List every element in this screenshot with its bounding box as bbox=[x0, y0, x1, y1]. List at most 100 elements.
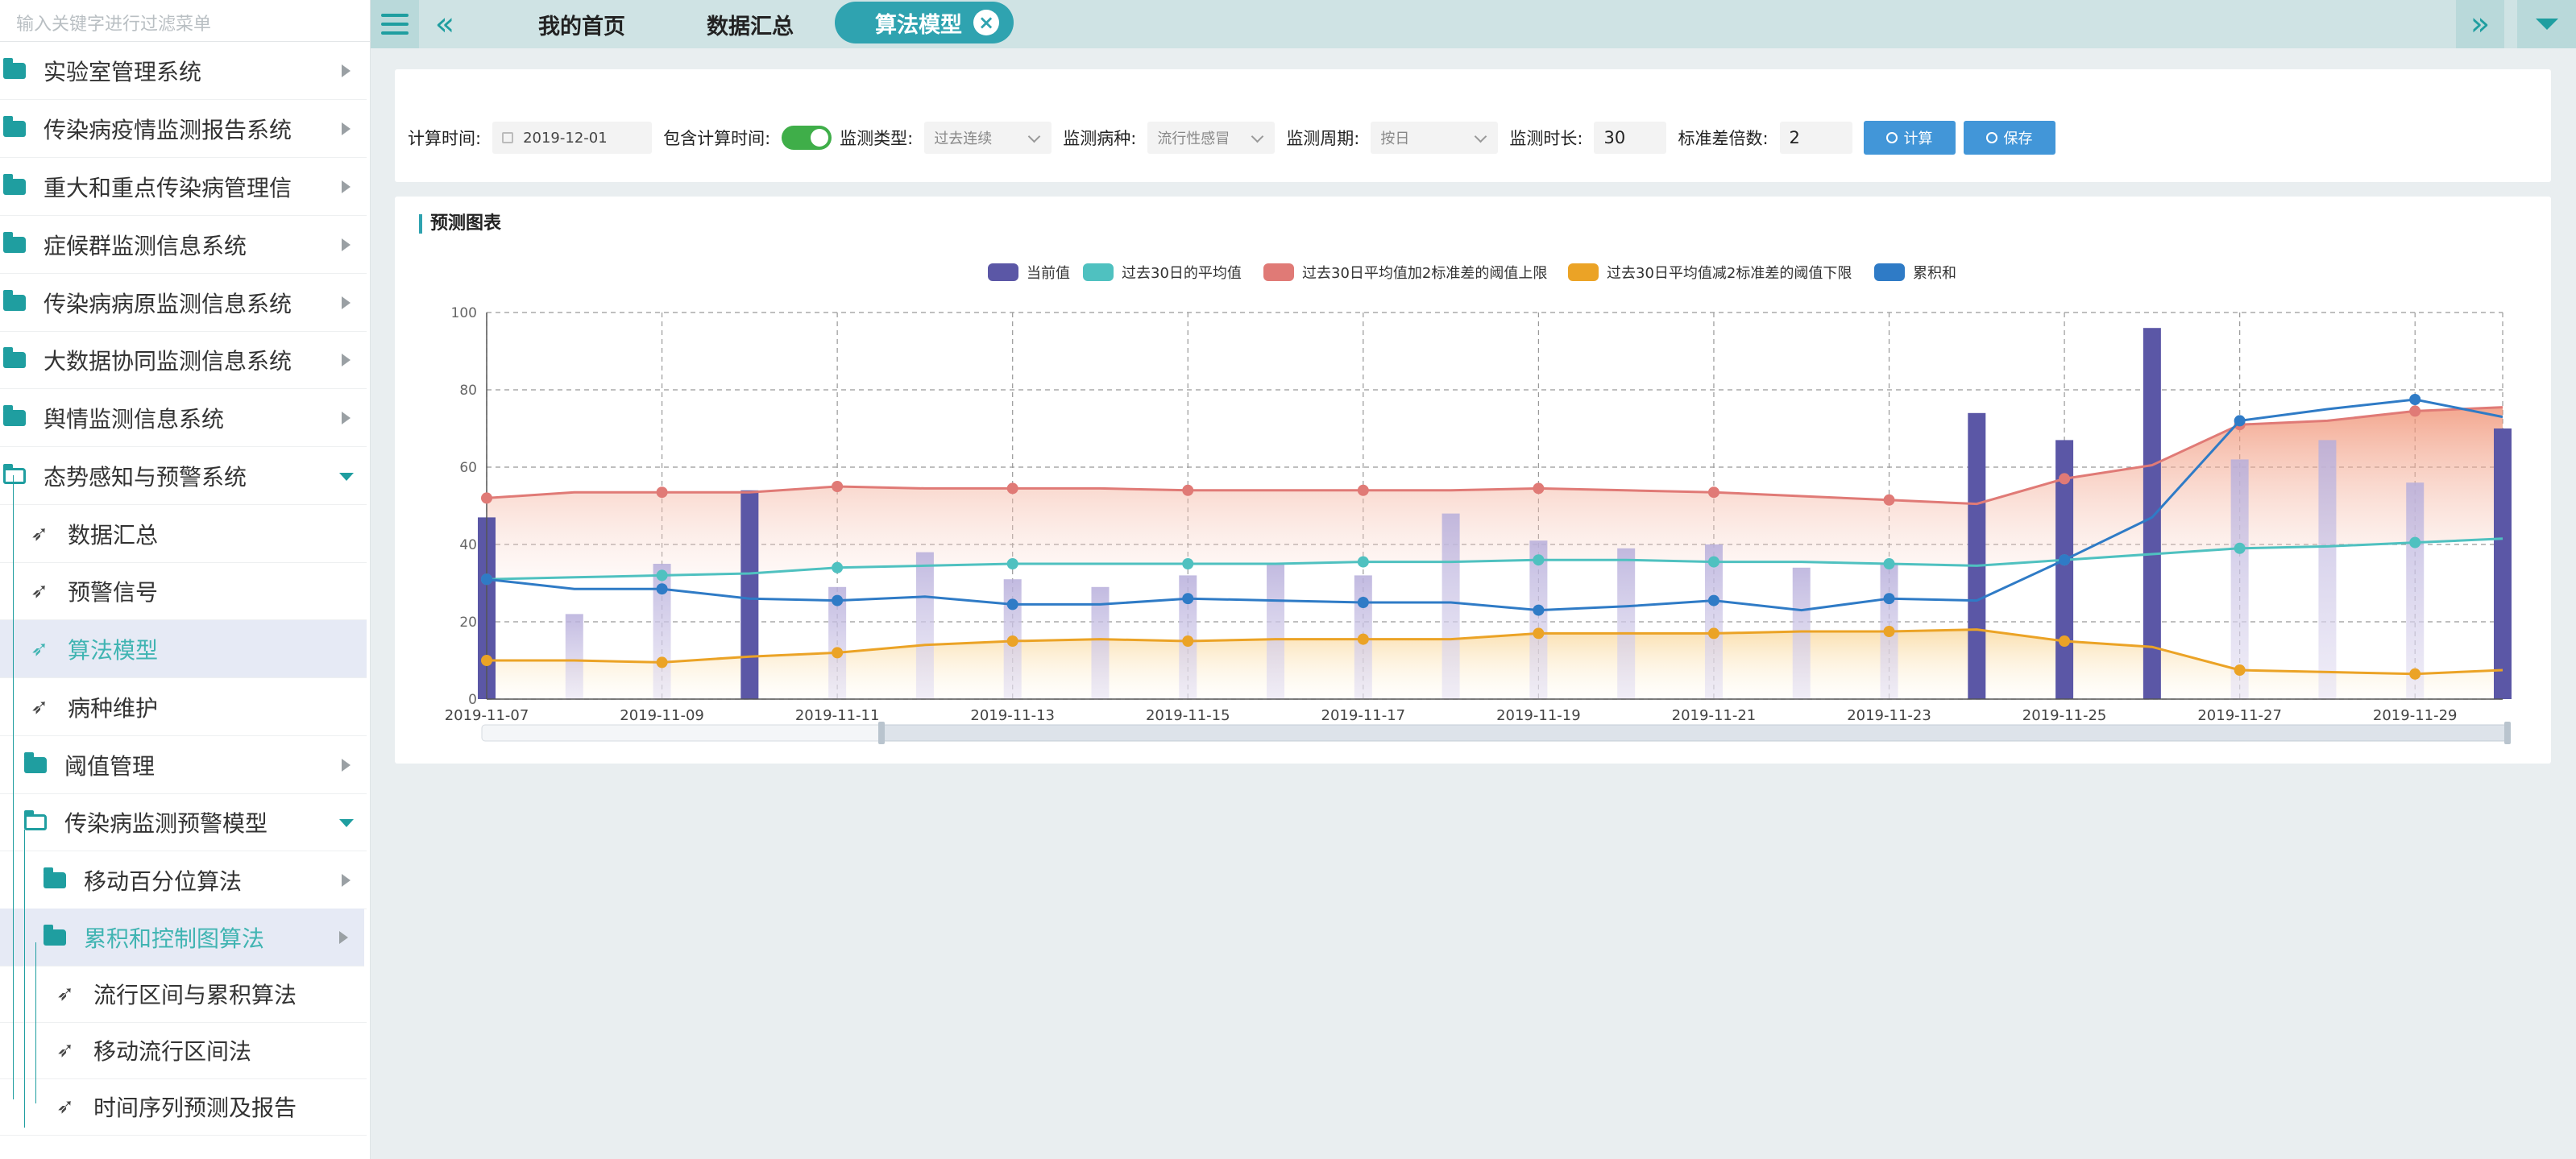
folder-open-icon bbox=[24, 809, 47, 830]
menu-item-label: 病种维护 bbox=[68, 694, 159, 722]
calculate-button[interactable]: 计算 bbox=[1863, 121, 1956, 155]
menu-lab-management[interactable]: 实验室管理系统 bbox=[0, 42, 367, 100]
menu-toggle-button[interactable] bbox=[371, 0, 419, 48]
tab-options-dropdown[interactable] bbox=[2517, 0, 2576, 48]
calc-time-value: 2019-12-01 bbox=[523, 129, 608, 147]
series-point bbox=[1357, 633, 1369, 645]
series-point bbox=[1533, 482, 1545, 495]
menu-big-data-monitoring[interactable]: 大数据协同监测信息系统 bbox=[0, 331, 367, 389]
series-point bbox=[2234, 415, 2246, 427]
series-point bbox=[1533, 604, 1545, 616]
scroll-tabs-right-button[interactable]: » bbox=[2456, 0, 2504, 48]
menu-warning-model[interactable]: 传染病监测预警模型 bbox=[0, 793, 367, 851]
menu-cusum-control-chart[interactable]: 累积和控制图算法 bbox=[0, 909, 364, 967]
series-point bbox=[2409, 536, 2421, 548]
series-point bbox=[2059, 635, 2071, 647]
x-tick-label: 2019-11-29 bbox=[2373, 707, 2458, 724]
series-point bbox=[1357, 556, 1369, 568]
calc-time-date-picker[interactable]: 2019-12-01 bbox=[492, 122, 653, 154]
menu-filter-input[interactable]: 输入关键字进行过滤菜单 bbox=[0, 0, 370, 42]
include-calc-time-switch[interactable] bbox=[782, 126, 832, 150]
forecast-chart: 0 20 40 60 80 100 2019-11-07 2019-11-09 2019-11-… bbox=[445, 263, 2512, 744]
legend-swatch bbox=[988, 263, 1018, 281]
upper-threshold-area bbox=[487, 407, 2503, 580]
caret-right-icon bbox=[342, 412, 351, 424]
bar-current-value bbox=[2230, 459, 2249, 699]
tab-label: 我的首页 bbox=[538, 14, 625, 39]
legend-swatch bbox=[1568, 263, 1599, 281]
menu-item-label: 移动百分位算法 bbox=[84, 867, 243, 895]
menu-moving-epidemic-interval[interactable]: ➶ 移动流行区间法 bbox=[0, 1021, 367, 1079]
menu-situation-awareness[interactable]: 态势感知与预警系统 bbox=[0, 447, 367, 505]
menu-item-label: 阈值管理 bbox=[64, 752, 156, 780]
menu-warning-signal[interactable]: ➶ 预警信号 bbox=[0, 562, 367, 620]
series-point bbox=[1707, 627, 1719, 640]
tree-guide-line bbox=[35, 942, 36, 1103]
monitor-period-select[interactable]: 按日 bbox=[1371, 122, 1499, 154]
series-point bbox=[1883, 626, 1895, 637]
series-point bbox=[656, 656, 668, 668]
save-button-label: 保存 bbox=[2003, 130, 2033, 147]
folder-icon bbox=[3, 346, 26, 368]
save-button[interactable]: 保存 bbox=[1963, 121, 2055, 155]
tab-algorithm-model[interactable]: 算法模型 × bbox=[835, 2, 1014, 43]
series-point bbox=[656, 486, 668, 499]
monitor-disease-value: 流行性感冒 bbox=[1157, 130, 1230, 147]
menu-syndrome-monitoring[interactable]: 症候群监测信息系统 bbox=[0, 216, 367, 274]
menu-epidemic-report-system[interactable]: 传染病疫情监测报告系统 bbox=[0, 100, 367, 158]
menu-moving-percentile[interactable]: 移动百分位算法 bbox=[0, 851, 367, 909]
std-multiplier-input[interactable]: 2 bbox=[1779, 122, 1852, 154]
tree-guide-line bbox=[13, 475, 14, 1099]
scroll-tabs-left-button[interactable]: « bbox=[421, 0, 469, 48]
menu-item-label: 数据汇总 bbox=[68, 521, 159, 548]
tab-label: 算法模型 bbox=[875, 12, 962, 38]
menu-major-disease-management[interactable]: 重大和重点传染病管理信 bbox=[0, 158, 367, 216]
monitor-disease-select[interactable]: 流行性感冒 bbox=[1147, 122, 1276, 154]
monitor-length-input[interactable]: 30 bbox=[1594, 122, 1667, 154]
double-chevron-left-icon: « bbox=[434, 6, 455, 43]
series-point bbox=[1883, 558, 1895, 569]
zoom-slider-handle-right bbox=[2504, 722, 2511, 744]
series-point bbox=[2234, 542, 2246, 554]
menu-algorithm-model[interactable]: ➶ 算法模型 bbox=[0, 620, 367, 678]
series-point bbox=[832, 561, 844, 573]
monitor-type-select[interactable]: 过去连续 bbox=[924, 122, 1052, 154]
series-point bbox=[1533, 554, 1545, 566]
calculation-form: 计算时间: 2019-12-01 包含计算时间: 监测类型: 过去连续 监测病种… bbox=[408, 121, 2064, 155]
folder-icon bbox=[3, 115, 26, 137]
menu-public-opinion-monitoring[interactable]: 舆情监测信息系统 bbox=[0, 389, 367, 447]
bar-current-value bbox=[1617, 548, 1636, 699]
menu-item-label: 传染病病原监测信息系统 bbox=[44, 290, 292, 317]
y-tick-label: 0 bbox=[468, 692, 477, 708]
legend-label: 过去30日平均值减2标准差的阈值下限 bbox=[1607, 265, 1852, 282]
close-tab-icon[interactable]: × bbox=[973, 10, 999, 35]
bar-current-value bbox=[915, 552, 934, 699]
legend-label: 过去30日的平均值 bbox=[1122, 265, 1242, 282]
sidebar: 输入关键字进行过滤菜单 实验室管理系统传染病疫情监测报告系统 重大和重点传染病管理… bbox=[0, 0, 371, 1159]
monitor-length-label: 监测时长: bbox=[1509, 129, 1583, 148]
menu-epidemic-interval-cumulative[interactable]: ➶ 流行区间与累积算法 bbox=[0, 965, 367, 1023]
tab-data-summary[interactable]: 数据汇总 bbox=[707, 0, 794, 48]
bar-current-value bbox=[2143, 328, 2161, 699]
caret-right-icon bbox=[342, 874, 351, 887]
tab-home[interactable]: 我的首页 bbox=[538, 0, 625, 48]
menu-disease-maintenance[interactable]: ➶ 病种维护 bbox=[0, 678, 367, 736]
bar-current-value bbox=[2318, 440, 2337, 699]
monitor-disease-label: 监测病种: bbox=[1063, 129, 1137, 148]
menu-item-label: 实验室管理系统 bbox=[44, 58, 202, 85]
menu-pathogen-monitoring[interactable]: 传染病病原监测信息系统 bbox=[0, 274, 367, 332]
menu-data-summary[interactable]: ➶ 数据汇总 bbox=[0, 505, 367, 563]
paper-plane-icon: ➶ bbox=[31, 521, 48, 546]
x-tick-label: 2019-11-23 bbox=[1847, 707, 1931, 724]
menu-threshold-management[interactable]: 阈值管理 bbox=[0, 736, 367, 794]
series-point bbox=[832, 481, 844, 492]
y-tick-label: 80 bbox=[459, 383, 477, 399]
series-point bbox=[1533, 627, 1545, 640]
menu-time-series-forecast[interactable]: ➶ 时间序列预测及报告 bbox=[0, 1078, 367, 1136]
series-point bbox=[1006, 482, 1018, 495]
caret-down-icon bbox=[2535, 19, 2558, 30]
calculation-form-panel: 计算时间: 2019-12-01 包含计算时间: 监测类型: 过去连续 监测病种… bbox=[395, 69, 2551, 182]
series-point bbox=[1006, 598, 1018, 611]
monitor-length-value: 30 bbox=[1603, 128, 1626, 147]
series-point bbox=[2409, 668, 2421, 680]
